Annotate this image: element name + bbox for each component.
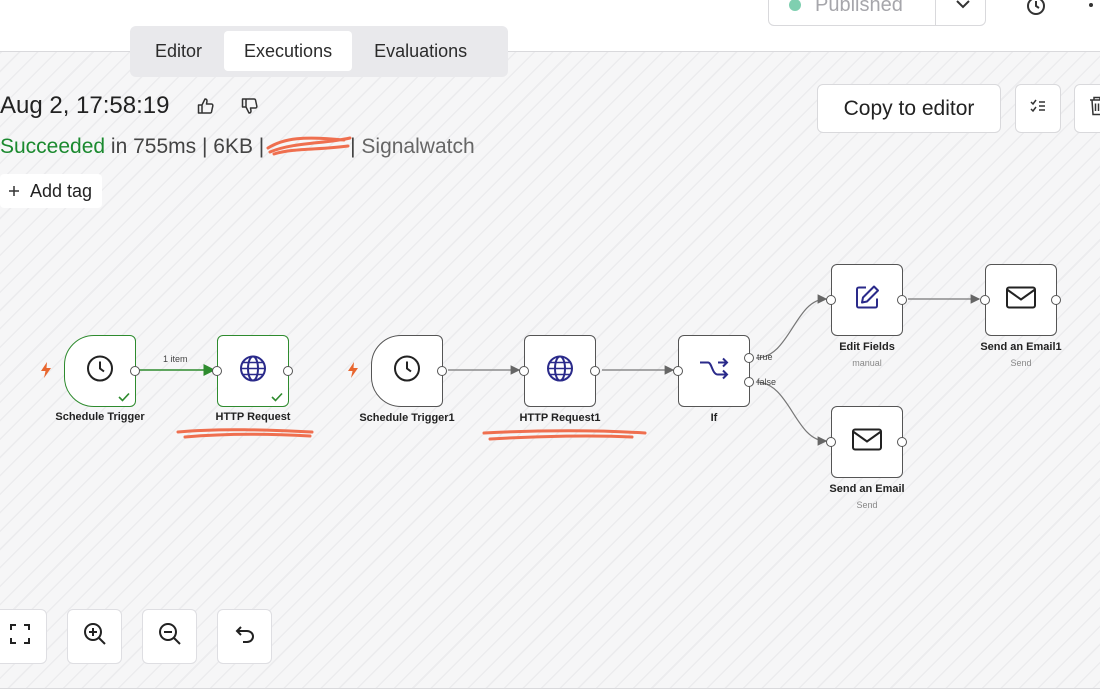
input-handle[interactable] [826, 295, 836, 305]
globe-icon [238, 354, 268, 389]
node-subtitle: manual [852, 358, 882, 368]
edit-icon [852, 283, 882, 318]
tab-editor[interactable]: Editor [135, 31, 222, 71]
tab-executions[interactable]: Executions [224, 31, 353, 71]
redacted-scribble [482, 429, 647, 441]
node-http-request[interactable] [212, 335, 293, 407]
node-label: HTTP Request [215, 411, 291, 423]
if-false-label: false [757, 377, 777, 387]
zoom-in-icon [82, 621, 108, 652]
success-check-icon [271, 389, 283, 407]
trigger-bolt-icon [40, 362, 52, 383]
output-handle[interactable] [437, 366, 447, 376]
node-subtitle: Send [856, 500, 878, 510]
input-handle[interactable] [826, 437, 836, 447]
view-tabs: Editor Executions Evaluations [130, 26, 508, 77]
clock-icon [392, 354, 422, 389]
envelope-icon [851, 428, 883, 457]
output-handle-true[interactable] [744, 353, 754, 363]
if-true-label: true [757, 352, 773, 362]
edge-item-count: 1 item [163, 354, 188, 364]
output-handle[interactable] [897, 295, 907, 305]
node-send-email[interactable] [826, 406, 907, 478]
success-check-icon [118, 389, 130, 407]
node-if[interactable] [673, 335, 754, 407]
node-label: Send an Email1 [980, 341, 1062, 353]
node-label: Schedule Trigger [55, 411, 145, 423]
redacted-scribble [176, 428, 314, 439]
zoom-out-icon [157, 621, 183, 652]
node-http-request1[interactable] [519, 335, 600, 407]
output-handle[interactable] [590, 366, 600, 376]
zoom-out-button[interactable] [142, 609, 197, 664]
reset-zoom-button[interactable] [217, 609, 272, 664]
node-subtitle: Send [1010, 358, 1032, 368]
node-send-email1[interactable] [980, 264, 1061, 336]
output-handle[interactable] [1051, 295, 1061, 305]
input-handle[interactable] [212, 366, 222, 376]
tab-evaluations[interactable]: Evaluations [354, 31, 487, 71]
output-handle-false[interactable] [744, 377, 754, 387]
fit-view-button[interactable] [0, 609, 47, 664]
node-schedule-trigger1[interactable] [371, 335, 447, 407]
undo-icon [233, 622, 257, 651]
zoom-in-button[interactable] [67, 609, 122, 664]
input-handle[interactable] [519, 366, 529, 376]
output-handle[interactable] [897, 437, 907, 447]
output-handle[interactable] [130, 366, 140, 376]
node-label: Schedule Trigger1 [359, 412, 455, 424]
envelope-icon [1005, 286, 1037, 315]
input-handle[interactable] [980, 295, 990, 305]
output-handle[interactable] [283, 366, 293, 376]
node-label: Send an Email [829, 483, 905, 495]
branch-icon [698, 355, 730, 388]
input-handle[interactable] [673, 366, 683, 376]
node-schedule-trigger[interactable] [64, 335, 140, 407]
node-label: Edit Fields [839, 341, 895, 353]
node-label: HTTP Request1 [519, 412, 601, 424]
node-label: If [710, 412, 718, 424]
trigger-bolt-icon [347, 362, 359, 383]
fit-view-icon [8, 622, 32, 651]
node-edit-fields[interactable] [826, 264, 907, 336]
globe-icon [545, 354, 575, 389]
clock-icon [85, 354, 115, 389]
